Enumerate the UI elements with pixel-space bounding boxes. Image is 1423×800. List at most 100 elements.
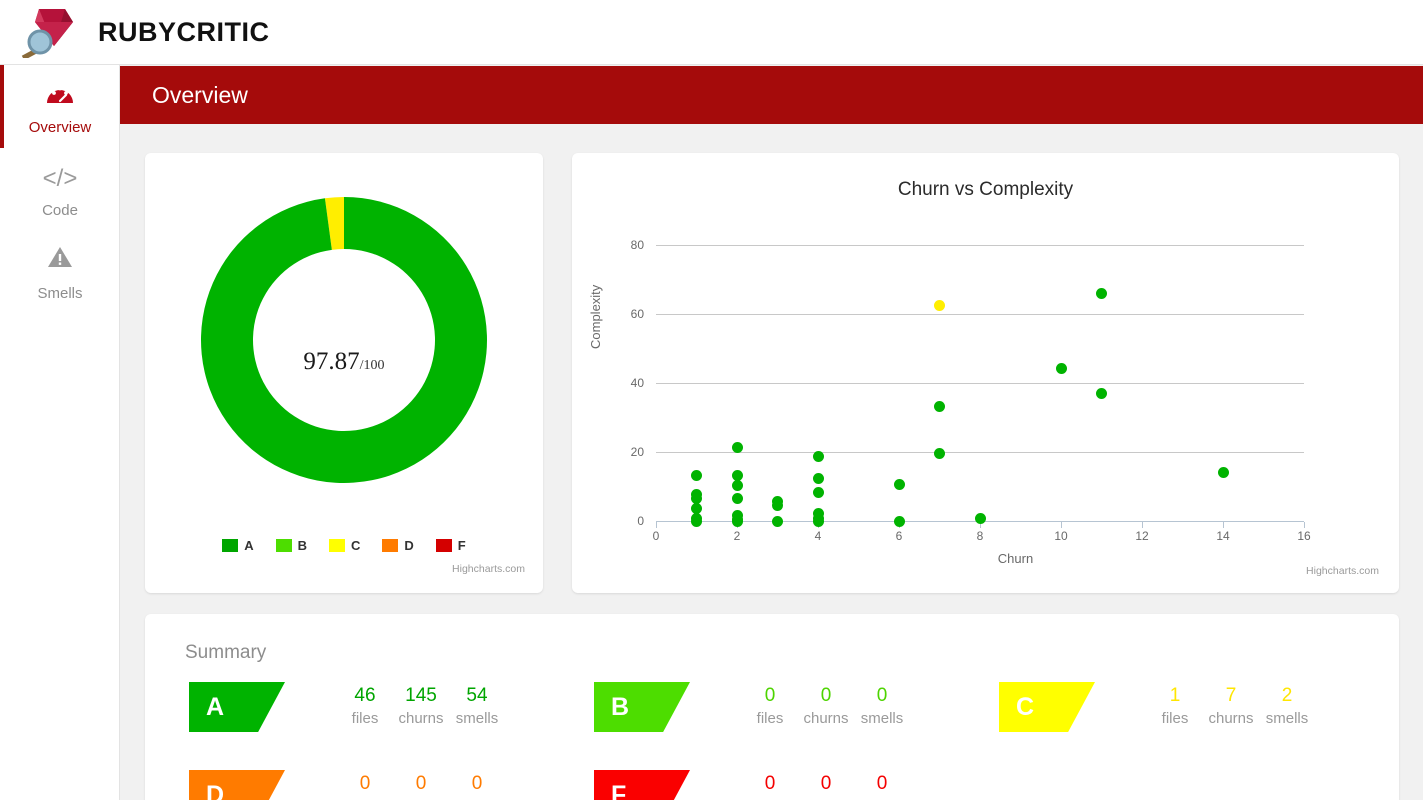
summary-grade-grid: A 46 files 145 churns 54 smells B 0 files 0 churns 0… <box>145 682 1399 800</box>
summary-grade-a[interactable]: A 46 files 145 churns 54 smells <box>145 682 550 770</box>
sidebar-item-label: Overview <box>28 119 92 136</box>
x-axis-tick-label: 14 <box>1216 529 1230 543</box>
summary-grade-f[interactable]: F 0files0churns0smells <box>550 770 955 800</box>
scatter-point[interactable] <box>812 507 824 519</box>
x-axis-tick-label: 2 <box>733 529 741 543</box>
scatter-card: Churn vs Complexity Complexity 0 20 40 60 80… <box>572 153 1399 593</box>
scatter-plot-area: 0 20 40 60 80 0 2 4 6 8 10 12 14 16 <box>631 221 1311 543</box>
grade-stat-label: churns <box>398 710 444 727</box>
x-axis-tick-mark <box>656 522 657 528</box>
chart-title: Churn vs Complexity <box>897 179 1074 200</box>
grade-flag-icon: C <box>999 682 1095 732</box>
grade-letter: A <box>206 693 225 721</box>
legend-item-f[interactable]: F <box>435 538 466 553</box>
scatter-point[interactable] <box>893 478 905 490</box>
scatter-point[interactable] <box>1055 363 1067 375</box>
y-axis-tick-label: 0 <box>637 514 644 528</box>
legend-item-a[interactable]: A <box>222 538 254 553</box>
scatter-point[interactable] <box>691 469 702 481</box>
grade-stat-value: 46 <box>354 685 376 706</box>
legend-label: C <box>351 538 361 553</box>
grade-stat-churns: 0churns <box>393 770 449 800</box>
grade-stat-value: 1 <box>1169 685 1181 706</box>
scatter-point[interactable] <box>1096 387 1107 399</box>
scatter-point[interactable] <box>974 513 986 525</box>
sidebar-item-smells[interactable]: Smells <box>0 231 120 314</box>
grade-stat-files: 0files <box>337 770 393 800</box>
scatter-point[interactable] <box>934 447 945 459</box>
x-axis-tick-label: 4 <box>814 529 822 543</box>
legend-label: F <box>457 538 466 553</box>
scatter-point[interactable] <box>731 492 743 504</box>
grade-stat-value: 2 <box>1281 685 1293 706</box>
summary-grade-c[interactable]: C 1 files 7 churns 2 smells <box>955 682 1360 770</box>
page-header: Overview <box>120 66 1423 124</box>
summary-card: Summary A 46 files 145 churns 54 smells B 0 files… <box>145 614 1399 800</box>
sidebar-item-overview[interactable]: Overview <box>0 65 120 148</box>
scatter-point[interactable] <box>1096 287 1107 299</box>
x-axis-tick-label: 16 <box>1297 529 1311 543</box>
legend-item-d[interactable]: D <box>382 538 414 553</box>
y-axis-tick-label: 60 <box>630 307 644 322</box>
speedometer-icon <box>0 79 120 113</box>
scatter-point[interactable] <box>812 486 824 498</box>
scatter-point[interactable] <box>731 442 743 454</box>
grade-stat-label: smells <box>860 710 904 727</box>
chart-y-axis-label: Complexity <box>588 284 603 349</box>
y-axis-tick-label: 40 <box>630 376 644 391</box>
scatter-point[interactable] <box>812 472 824 484</box>
scatter-point[interactable] <box>1217 466 1229 478</box>
code-brackets-icon: </> <box>42 165 78 192</box>
grade-stat-files: 46 files <box>337 682 393 727</box>
grade-stat-smells: 0smells <box>449 770 505 800</box>
ruby-magnifier-icon <box>21 9 73 58</box>
grade-stat-value: 0 <box>359 773 371 794</box>
grade-stat-value: 54 <box>466 685 488 706</box>
legend-swatch-icon <box>329 539 346 552</box>
grade-stat-value: 0 <box>820 685 832 706</box>
rating-score-max: /100 <box>359 358 385 373</box>
legend-item-b[interactable]: B <box>275 538 308 553</box>
rating-score-display: 97.87/100 <box>145 348 543 376</box>
scatter-point[interactable] <box>731 469 743 481</box>
grade-flag-icon: D <box>189 770 285 800</box>
scatter-point[interactable] <box>691 503 702 515</box>
x-axis-tick-mark <box>1142 522 1143 528</box>
sidebar: Overview </> Code Smells <box>0 65 120 800</box>
highcharts-credits[interactable]: Highcharts.com <box>1306 565 1379 577</box>
x-axis-tick-mark <box>1061 522 1062 528</box>
legend-label: B <box>297 538 308 553</box>
rating-card: 97.87/100 A B C D F Highcharts.com <box>145 153 543 593</box>
scatter-point[interactable] <box>934 401 945 413</box>
donut-svg <box>201 197 488 483</box>
grade-stat-value: 7 <box>1225 685 1237 706</box>
scatter-point[interactable] <box>731 510 743 522</box>
rating-score-value: 97.87 <box>303 348 360 375</box>
legend-item-c[interactable]: C <box>329 538 360 553</box>
brand-bar: RUBYCRITIC <box>0 0 1423 65</box>
scatter-point[interactable] <box>812 451 824 463</box>
grade-stat-value: 0 <box>471 773 483 794</box>
grade-stat-churns: 0churns <box>798 682 854 727</box>
grade-stats: 46 files 145 churns 54 smells <box>337 682 505 727</box>
highcharts-credits[interactable]: Highcharts.com <box>452 563 525 575</box>
grade-stats: 0 files 0 churns 0 smells <box>742 682 910 727</box>
grade-stat-churns: 0churns <box>798 770 854 800</box>
gridline <box>656 314 1304 316</box>
sidebar-item-label: Smells <box>37 285 83 302</box>
scatter-point[interactable] <box>934 299 945 311</box>
rating-legend: ABCDF <box>145 538 543 553</box>
scatter-point[interactable] <box>731 479 743 491</box>
grade-stat-value: 0 <box>415 773 427 794</box>
summary-grade-d[interactable]: D 0files0churns0smells <box>145 770 550 800</box>
scatter-point[interactable] <box>893 515 905 527</box>
grade-flag-icon: F <box>594 770 690 800</box>
content-area: 97.87/100 A B C D F Highcharts.com Churn vs … <box>120 124 1423 800</box>
summary-grade-b[interactable]: B 0 files 0 churns 0 smells <box>550 682 955 770</box>
x-axis-tick-mark <box>1223 522 1224 528</box>
gridline <box>656 245 1304 247</box>
grade-stat-smells: 0smells <box>854 682 910 727</box>
donut-slice-a[interactable] <box>201 197 488 483</box>
sidebar-item-code[interactable]: </> Code <box>0 148 120 231</box>
scatter-point[interactable] <box>772 515 783 527</box>
